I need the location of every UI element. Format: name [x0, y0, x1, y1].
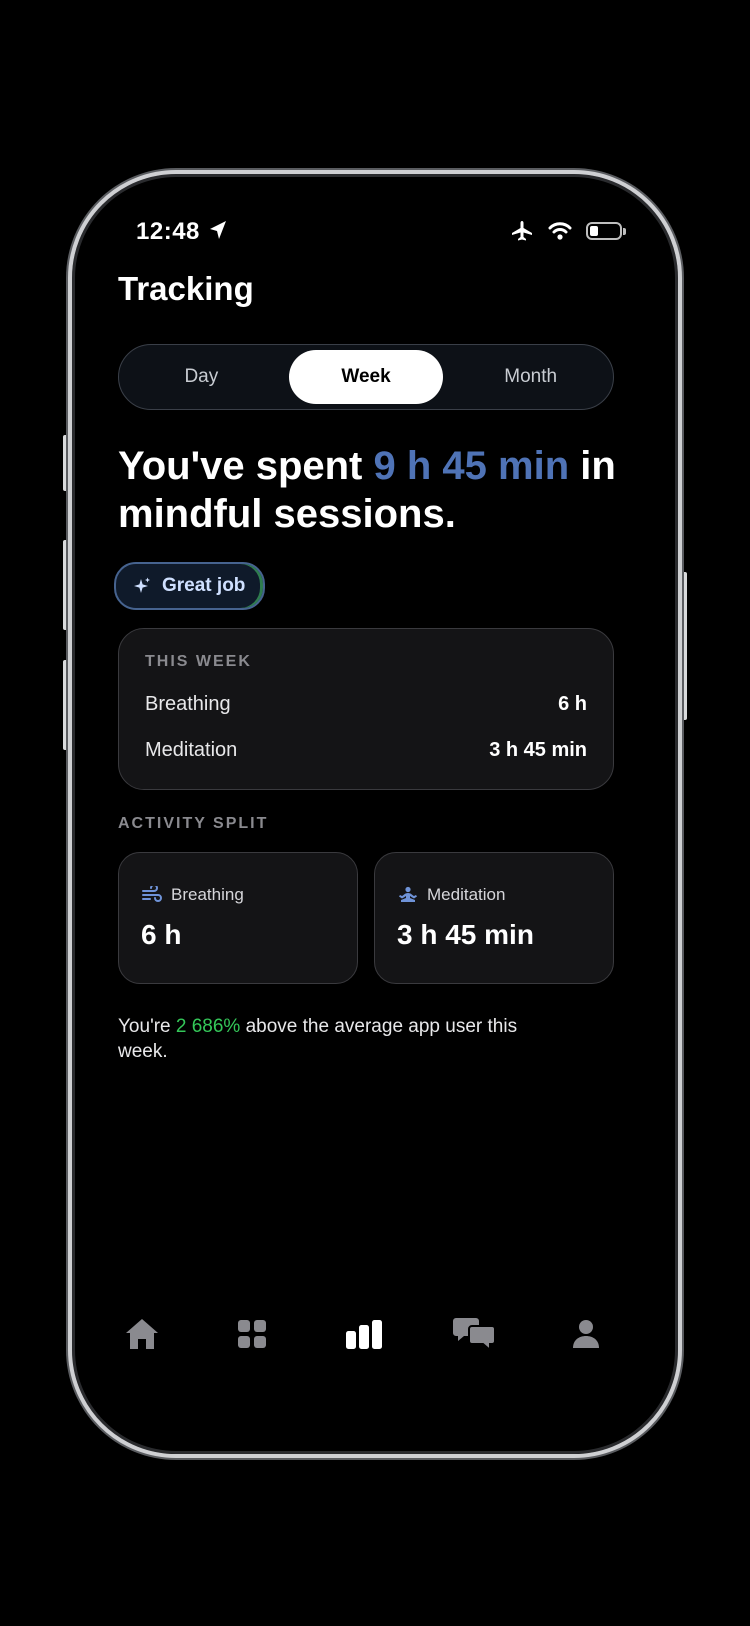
row-value: 6 h	[558, 693, 587, 715]
bar-chart-icon	[346, 1320, 382, 1349]
segment-day[interactable]: Day	[124, 350, 279, 404]
tab-home[interactable]	[112, 1304, 172, 1364]
wind-icon	[142, 886, 162, 902]
battery-icon	[586, 222, 626, 240]
meditation-icon	[399, 886, 417, 902]
tab-chat[interactable]	[444, 1304, 504, 1364]
meditation-card-value: 3 h 45 min	[397, 919, 534, 950]
tab-profile[interactable]	[556, 1304, 616, 1364]
summary-prefix: You've spent	[118, 444, 374, 488]
row-name: Meditation	[145, 739, 238, 761]
great-job-badge: Great job	[114, 562, 266, 610]
airplane-icon	[512, 221, 532, 241]
comparison-text: You're 2 686% above the average app user…	[118, 1014, 558, 1064]
power-button[interactable]	[682, 572, 687, 720]
row-value: 3 h 45 min	[489, 739, 587, 761]
phone-screen: 12:48 Tracking Day Week Month You've spe…	[68, 170, 682, 1458]
location-arrow-icon	[210, 221, 226, 239]
status-time: 12:48	[136, 218, 200, 245]
status-bar: 12:48	[72, 218, 678, 258]
meditation-card[interactable]: Meditation 3 h 45 min	[374, 852, 614, 984]
breathing-card-label: Breathing	[171, 885, 244, 904]
breathing-card[interactable]: Breathing 6 h	[118, 852, 358, 984]
this-week-row-meditation: Meditation 3 h 45 min	[145, 739, 587, 762]
breathing-card-value: 6 h	[141, 919, 182, 950]
badge-label: Great job	[162, 575, 246, 596]
this-week-row-breathing: Breathing 6 h	[145, 693, 587, 716]
row-name: Breathing	[145, 693, 231, 715]
page-title: Tracking	[118, 270, 254, 307]
segment-week[interactable]: Week	[288, 350, 444, 404]
summary-headline: You've spent 9 h 45 min in mindful sessi…	[118, 442, 628, 538]
sparkle-icon	[134, 577, 150, 593]
summary-duration: 9 h 45 min	[373, 444, 570, 488]
home-icon	[126, 1319, 158, 1349]
tab-grid[interactable]	[222, 1304, 282, 1364]
chat-icon	[453, 1318, 496, 1352]
activity-split-label: ACTIVITY SPLIT	[118, 815, 269, 832]
tab-bar	[72, 1304, 678, 1364]
comparison-prefix: You're	[118, 1016, 176, 1037]
comparison-percent: 2 686%	[175, 1016, 241, 1037]
segment-month[interactable]: Month	[453, 350, 608, 404]
grid-icon	[238, 1320, 266, 1348]
tab-tracking[interactable]	[334, 1304, 394, 1364]
profile-icon	[573, 1320, 599, 1348]
this-week-label: THIS WEEK	[145, 653, 252, 670]
meditation-card-label: Meditation	[427, 885, 506, 904]
period-segmented-control: Day Week Month	[118, 344, 614, 410]
this-week-card: THIS WEEK Breathing 6 h Meditation 3 h 4…	[118, 628, 614, 790]
wifi-icon	[548, 222, 572, 240]
